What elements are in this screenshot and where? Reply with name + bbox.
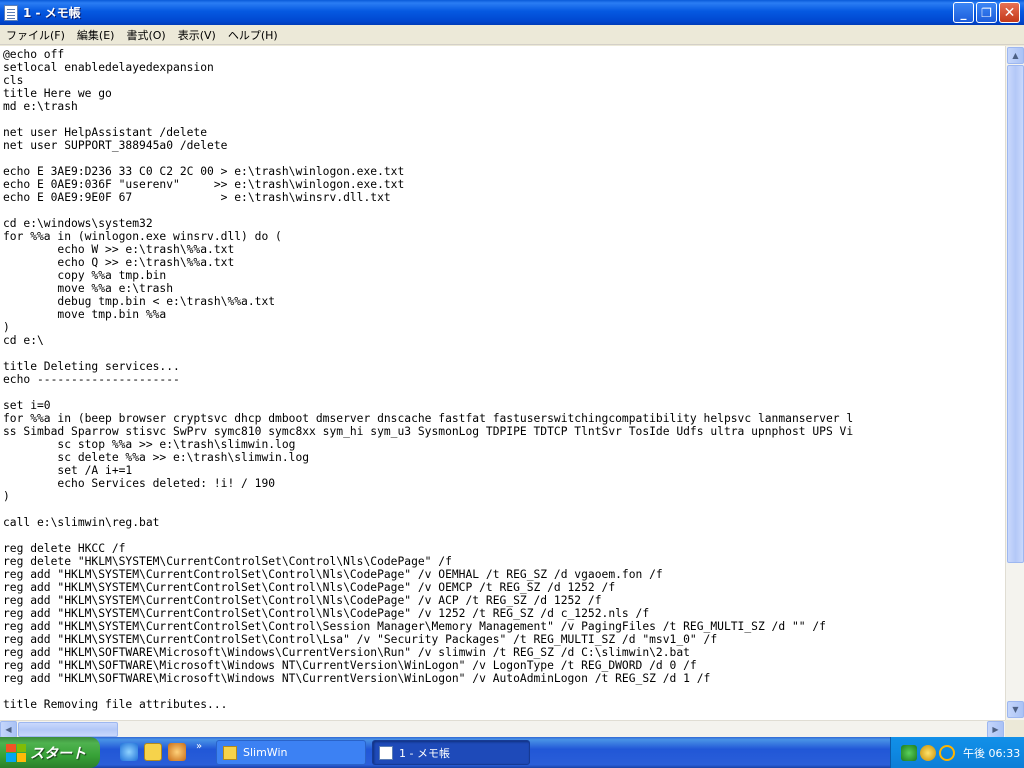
text-editor[interactable]: @echo off setlocal enabledelayedexpansion… [0,46,1005,720]
text-line: md e:\trash [3,100,78,113]
menu-edit[interactable]: 編集(E) [71,27,121,43]
title-bar[interactable]: 1 - メモ帳 _ ❐ ✕ [0,0,1024,25]
text-line: sc delete %%a >> e:\trash\slimwin.log [3,451,310,464]
text-line: echo E 0AE9:036F "userenv" >> e:\trash\w… [3,178,405,191]
taskbar-item-notepad[interactable]: 1 - メモ帳 [372,740,530,765]
menu-help[interactable]: ヘルプ(H) [222,27,284,43]
text-line: copy %%a tmp.bin [3,269,167,282]
text-line: echo Q >> e:\trash\%%a.txt [3,256,235,269]
text-line: echo E 0AE9:9E0F 67 > e:\trash\winsrv.dl… [3,191,391,204]
text-line: reg add "HKLM\SYSTEM\CurrentControlSet\C… [3,620,826,633]
scroll-up-button[interactable]: ▲ [1007,47,1024,64]
scroll-down-button[interactable]: ▼ [1007,701,1024,718]
text-line: cls [3,74,24,87]
menu-format[interactable]: 書式(O) [120,27,171,43]
quick-launch-more-icon[interactable]: » [196,741,202,752]
minimize-button[interactable]: _ [953,2,974,23]
text-line [3,347,1005,360]
window-controls: _ ❐ ✕ [953,2,1020,23]
text-line [3,685,1005,698]
folder-icon [223,745,237,760]
text-line [3,529,1005,542]
text-line: setlocal enabledelayedexpansion [3,61,214,74]
horizontal-scrollbar[interactable]: ◀ ▶ [0,720,1005,738]
text-line: ) [3,490,10,503]
notepad-icon [4,4,18,21]
search-icon[interactable] [939,744,955,761]
text-line: reg add "HKLM\SYSTEM\CurrentControlSet\C… [3,581,616,594]
text-line: ) [3,321,10,334]
text-line: for %%a in (beep browser cryptsvc dhcp d… [3,412,854,425]
text-line: call e:\slimwin\reg.bat [3,516,160,529]
start-label: スタート [30,745,86,762]
text-line: set i=0 [3,399,51,412]
window-title: 1 - メモ帳 [23,6,81,20]
editor-content: @echo off setlocal enabledelayedexpansion… [0,46,1005,711]
text-line: reg delete "HKLM\SYSTEM\CurrentControlSe… [3,555,452,568]
quick-launch [120,743,186,761]
menu-file[interactable]: ファイル(F) [0,27,71,43]
text-line: cd e:\windows\system32 [3,217,153,230]
text-line: for %%a in (winlogon.exe winsrv.dll) do … [3,230,282,243]
vertical-scrollbar[interactable]: ▲ ▼ [1005,46,1024,720]
text-line: debug tmp.bin < e:\trash\%%a.txt [3,295,276,308]
text-line [3,113,1005,126]
text-line: sc stop %%a >> e:\trash\slimwin.log [3,438,296,451]
menu-view[interactable]: 表示(V) [172,27,222,43]
text-line: set /A i+=1 [3,464,133,477]
text-line: move %%a e:\trash [3,282,174,295]
windows-logo-icon [6,743,26,762]
text-line: reg add "HKLM\SYSTEM\CurrentControlSet\C… [3,568,663,581]
text-line: @echo off [3,48,65,61]
text-line: reg add "HKLM\SYSTEM\CurrentControlSet\C… [3,633,718,646]
text-line: reg delete HKCC /f [3,542,126,555]
media-player-icon[interactable] [168,743,186,761]
text-line: reg add "HKLM\SOFTWARE\Microsoft\Windows… [3,659,697,672]
internet-explorer-icon[interactable] [120,743,138,761]
text-line: cd e:\ [3,334,44,347]
text-line: echo --------------------- [3,373,180,386]
text-line [3,204,1005,217]
notepad-icon [379,745,393,760]
text-line: title Removing file attributes... [3,698,228,711]
text-line: net user SUPPORT_388945a0 /delete [3,139,228,152]
security-icon[interactable] [920,744,936,761]
network-icon[interactable] [901,744,917,761]
text-line: move tmp.bin %%a [3,308,167,321]
text-line: title Deleting services... [3,360,180,373]
scroll-right-button[interactable]: ▶ [987,721,1004,738]
text-line: echo Services deleted: !i! / 190 [3,477,276,490]
text-line: echo E 3AE9:D236 33 C0 C2 2C 00 > e:\tra… [3,165,405,178]
text-line: ss Simbad Sparrow stisvc SwPrv symc810 s… [3,425,854,438]
taskbar-item-slimwin[interactable]: SlimWin [216,740,366,765]
text-line: net user HelpAssistant /delete [3,126,208,139]
text-line: reg add "HKLM\SYSTEM\CurrentControlSet\C… [3,594,602,607]
text-line [3,152,1005,165]
text-line: reg add "HKLM\SYSTEM\CurrentControlSet\C… [3,607,650,620]
taskbar: スタート » SlimWin 1 - メモ帳 午後 06:33 [0,737,1024,768]
clock[interactable]: 午後 06:33 [963,745,1020,761]
text-line: reg add "HKLM\SOFTWARE\Microsoft\Windows… [3,646,690,659]
horizontal-scroll-thumb[interactable] [18,722,118,737]
taskbar-item-label: SlimWin [243,746,288,759]
taskbar-item-label: 1 - メモ帳 [399,746,450,760]
system-tray: 午後 06:33 [890,737,1024,768]
scroll-left-button[interactable]: ◀ [0,721,17,738]
menu-bar: ファイル(F) 編集(E) 書式(O) 表示(V) ヘルプ(H) [0,25,1024,45]
close-button[interactable]: ✕ [999,2,1020,23]
vertical-scroll-thumb[interactable] [1007,65,1024,563]
text-line [3,503,1005,516]
scrollbar-corner [1005,720,1024,737]
start-button[interactable]: スタート [0,737,100,768]
maximize-button[interactable]: ❐ [976,2,997,23]
text-line: title Here we go [3,87,112,100]
text-line [3,386,1005,399]
text-line: reg add "HKLM\SOFTWARE\Microsoft\Windows… [3,672,711,685]
text-line: echo W >> e:\trash\%%a.txt [3,243,235,256]
folder-icon[interactable] [144,743,162,761]
